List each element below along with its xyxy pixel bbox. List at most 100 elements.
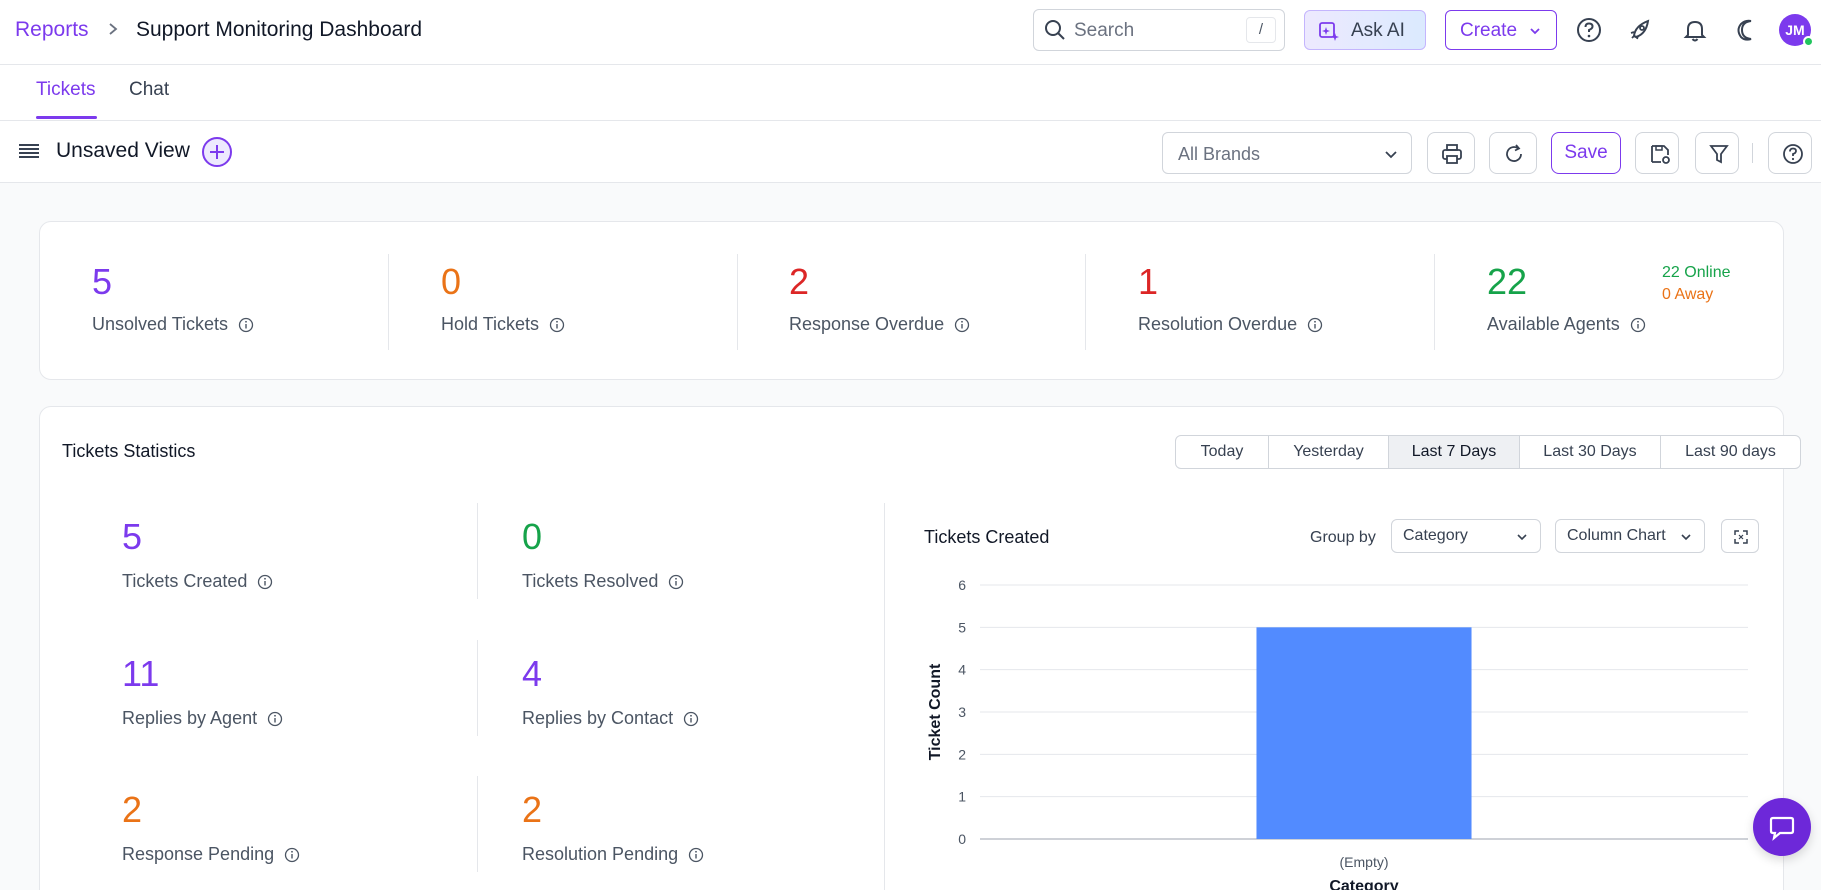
search-shortcut-key: / — [1246, 17, 1276, 43]
date-range-selector: Today Yesterday Last 7 Days Last 30 Days… — [1175, 435, 1801, 469]
save-view-button[interactable]: Save — [1551, 132, 1621, 174]
stat-tickets-resolved[interactable]: 0 Tickets Resolved — [522, 519, 684, 592]
info-icon[interactable] — [257, 574, 273, 590]
tab-tickets[interactable]: Tickets — [36, 79, 95, 101]
info-icon[interactable] — [954, 317, 970, 333]
chat-icon — [1769, 816, 1795, 841]
chevron-right-icon — [109, 23, 118, 35]
y-tick-label: 4 — [958, 662, 966, 678]
y-tick-label: 3 — [958, 704, 966, 720]
view-help-button[interactable] — [1768, 132, 1812, 174]
dark-mode-moon-icon[interactable] — [1733, 16, 1761, 44]
kpi-value: 2 — [789, 261, 810, 302]
info-icon[interactable] — [683, 711, 699, 727]
y-tick-label: 0 — [958, 831, 966, 847]
user-avatar[interactable]: JM — [1779, 14, 1814, 47]
x-tick-label: (Empty) — [1340, 854, 1389, 870]
info-icon[interactable] — [284, 847, 300, 863]
ai-sparkle-icon — [1319, 22, 1339, 41]
stat-label: Replies by Agent — [122, 708, 258, 728]
group-by-value: Category — [1403, 527, 1468, 544]
kpi-unsolved-tickets[interactable]: 5 Unsolved Tickets — [92, 264, 254, 335]
kpi-summary-card: 5 Unsolved Tickets 0 Hold Tickets 2 Resp… — [39, 221, 1784, 380]
expand-chart-button[interactable] — [1721, 519, 1759, 553]
stat-resolution-pending[interactable]: 2 Resolution Pending — [522, 792, 704, 865]
save-as-button[interactable] — [1635, 132, 1679, 174]
stat-divider — [477, 640, 478, 736]
range-last-90-days[interactable]: Last 90 days — [1661, 436, 1800, 468]
kpi-hold-tickets[interactable]: 0 Hold Tickets — [441, 264, 565, 335]
stat-tickets-created[interactable]: 5 Tickets Created — [122, 519, 273, 592]
online-status-dot — [1803, 36, 1814, 47]
info-icon[interactable] — [1307, 317, 1323, 333]
info-icon[interactable] — [688, 847, 704, 863]
search-input[interactable]: Search / — [1033, 9, 1285, 51]
filter-button[interactable] — [1695, 132, 1739, 174]
range-last-30-days[interactable]: Last 30 Days — [1520, 436, 1661, 468]
plus-icon — [210, 145, 224, 159]
active-tab-indicator — [36, 116, 97, 119]
add-view-button[interactable] — [202, 137, 232, 167]
kpi-value: 1 — [1138, 261, 1159, 302]
range-today[interactable]: Today — [1176, 436, 1269, 468]
stat-replies-by-agent[interactable]: 11 Replies by Agent — [122, 656, 283, 729]
kpi-divider — [1085, 254, 1086, 350]
ask-ai-button[interactable]: Ask AI — [1304, 10, 1426, 50]
filter-icon — [1709, 145, 1729, 164]
info-icon[interactable] — [238, 317, 254, 333]
y-axis-title: Ticket Count — [927, 663, 944, 760]
y-tick-label: 5 — [958, 619, 966, 635]
kpi-value: 0 — [441, 261, 462, 302]
help-icon — [1783, 144, 1803, 164]
section-title: Tickets Statistics — [62, 441, 196, 461]
breadcrumb-reports-link[interactable]: Reports — [15, 18, 89, 42]
info-icon[interactable] — [267, 711, 283, 727]
tab-bar: Tickets Chat — [0, 65, 1821, 121]
help-icon[interactable] — [1575, 16, 1603, 44]
stat-label: Replies by Contact — [522, 708, 674, 728]
kpi-divider — [1434, 254, 1435, 350]
group-by-select[interactable]: Category — [1391, 519, 1541, 553]
tab-chat[interactable]: Chat — [129, 79, 169, 101]
print-button[interactable] — [1427, 132, 1475, 174]
x-axis-title: Category — [1329, 878, 1398, 890]
save-settings-icon — [1651, 145, 1670, 164]
expand-icon — [1734, 530, 1748, 544]
agents-away-count: 0 Away — [1662, 286, 1714, 303]
info-icon[interactable] — [1630, 317, 1646, 333]
y-tick-label: 2 — [958, 746, 966, 762]
stat-replies-by-contact[interactable]: 4 Replies by Contact — [522, 656, 699, 729]
bell-icon[interactable] — [1681, 16, 1709, 44]
chart-type-select[interactable]: Column Chart — [1555, 519, 1705, 553]
rocket-icon[interactable] — [1626, 16, 1654, 44]
search-placeholder: Search — [1074, 20, 1135, 41]
user-initials: JM — [1785, 22, 1805, 38]
create-button[interactable]: Create — [1445, 10, 1557, 50]
range-yesterday[interactable]: Yesterday — [1269, 436, 1389, 468]
chevron-down-icon — [1530, 28, 1540, 35]
brand-filter-value: All Brands — [1178, 144, 1261, 164]
chevron-down-icon — [1517, 534, 1527, 541]
menu-icon[interactable] — [18, 141, 40, 161]
brand-filter-select[interactable]: All Brands — [1162, 132, 1412, 174]
kpi-label: Hold Tickets — [441, 314, 540, 334]
toolbar-divider — [1752, 143, 1753, 163]
tickets-statistics-card: Tickets Statistics Today Yesterday Last … — [39, 406, 1801, 890]
panel-divider — [884, 503, 885, 890]
kpi-value: 5 — [92, 261, 113, 302]
refresh-button[interactable] — [1489, 132, 1537, 174]
kpi-resolution-overdue[interactable]: 1 Resolution Overdue — [1138, 264, 1323, 335]
info-icon[interactable] — [668, 574, 684, 590]
kpi-response-overdue[interactable]: 2 Response Overdue — [789, 264, 970, 335]
agents-online-count: 22 Online — [1662, 264, 1731, 281]
range-last-7-days[interactable]: Last 7 Days — [1389, 436, 1520, 468]
stat-label: Tickets Created — [122, 571, 248, 591]
info-icon[interactable] — [549, 317, 565, 333]
kpi-available-agents[interactable]: 22 Available Agents — [1487, 264, 1646, 335]
stat-response-pending[interactable]: 2 Response Pending — [122, 792, 300, 865]
refresh-icon — [1506, 144, 1522, 162]
chat-widget-button[interactable] — [1753, 798, 1811, 856]
stat-value: 4 — [522, 653, 543, 694]
top-bar: Reports Support Monitoring Dashboard Sea… — [0, 0, 1821, 65]
search-icon — [1045, 20, 1065, 40]
